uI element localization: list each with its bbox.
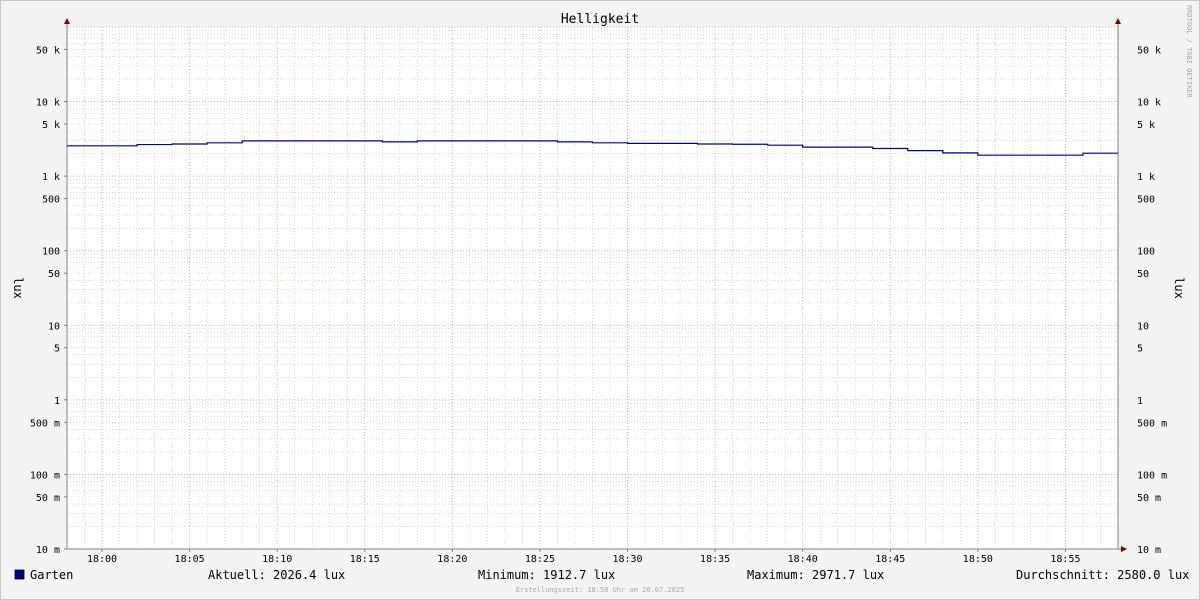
x-tick-label: 18:00 (87, 554, 117, 565)
x-tick-label: 18:30 (612, 554, 642, 565)
y-tick-label-left: 5 k (42, 120, 60, 131)
y-tick-label-right: 100 m (1137, 470, 1167, 481)
y-tick-label-left: 1 k (42, 172, 60, 183)
y-tick-label-right: 500 m (1137, 418, 1167, 429)
legend-stat: Maximum: 2971.7 lux (747, 568, 884, 582)
y-tick-label-right: 50 (1137, 269, 1149, 280)
y-axis-label-right: lux (1172, 277, 1186, 299)
y-tick-label-right: 10 m (1137, 545, 1161, 556)
chart: 50 k 50 k 10 k 10 k 5 k 5 k 1 k 1 k 500 500 100 100… (11, 5, 1193, 594)
y-tick-label-left: 10 m (36, 545, 60, 556)
y-tick-label-right: 50 k (1137, 45, 1161, 56)
legend-stat: Aktuell: 2026.4 lux (208, 568, 345, 582)
x-tick-label: 18:45 (875, 554, 905, 565)
x-tick-label: 18:15 (350, 554, 380, 565)
y-tick-label-left: 50 k (36, 45, 60, 56)
y-tick-label-right: 10 (1137, 321, 1149, 332)
x-tick-label: 18:10 (262, 554, 292, 565)
watermark: RRDTOOL / TOBI OETIKER (1185, 5, 1193, 99)
y-tick-label-right: 1 (1137, 396, 1143, 407)
legend-swatch (14, 569, 25, 580)
y-tick-label-left: 1 (54, 396, 60, 407)
legend: Garten Aktuell: 2026.4 lux Minimum: 1912.… (14, 568, 1189, 582)
x-axis-arrow (1121, 546, 1127, 552)
y-tick-label-right: 5 k (1137, 120, 1155, 131)
y-tick-label-left: 100 (42, 247, 60, 258)
footer-timestamp: Erstellungszeit: 18:58 Uhr am 26.07.2025 (516, 586, 685, 594)
x-tick-label: 18:35 (700, 554, 730, 565)
y-tick-label-left: 50 (48, 269, 60, 280)
x-tick-label: 18:25 (525, 554, 555, 565)
y-tick-label-left: 10 k (36, 98, 60, 109)
y-tick-label-right: 1 k (1137, 172, 1155, 183)
x-tick-label: 18:50 (963, 554, 993, 565)
legend-stat: Durchschnitt: 2580.0 lux (1016, 568, 1189, 582)
y-tick-label-left: 500 m (30, 418, 60, 429)
y-axis-label-left: lux (11, 277, 25, 299)
legend-series-name: Garten (30, 568, 73, 582)
y-axis-arrow-left (64, 18, 70, 24)
y-tick-label-left: 50 m (36, 493, 60, 504)
y-tick-label-left: 10 (48, 321, 60, 332)
x-tick-label: 18:40 (788, 554, 818, 565)
x-tick-label: 18:05 (175, 554, 205, 565)
y-tick-label-right: 10 k (1137, 98, 1161, 109)
y-tick-label-right: 100 (1137, 247, 1155, 258)
y-tick-label-right: 500 (1137, 195, 1155, 206)
x-tick-label: 18:55 (1050, 554, 1080, 565)
y-tick-label-right: 5 (1137, 344, 1143, 355)
x-tick-label: 18:20 (437, 554, 467, 565)
y-tick-label-left: 100 m (30, 470, 60, 481)
y-tick-label-left: 500 (42, 195, 60, 206)
chart-title: Helligkeit (561, 12, 639, 27)
y-axis-arrow-right (1115, 18, 1121, 24)
y-tick-label-right: 50 m (1137, 493, 1161, 504)
y-tick-label-left: 5 (54, 344, 60, 355)
legend-stat: Minimum: 1912.7 lux (478, 568, 615, 582)
